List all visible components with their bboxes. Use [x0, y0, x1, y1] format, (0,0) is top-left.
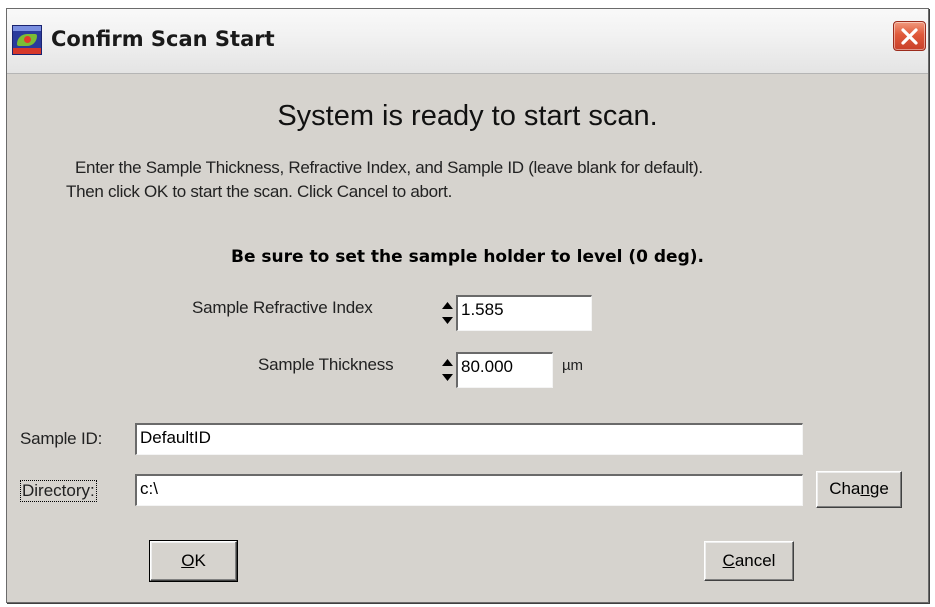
thickness-input[interactable]: 80.000: [456, 352, 553, 388]
sample-id-input[interactable]: DefaultID: [135, 423, 803, 455]
dialog-heading: System is ready to start scan.: [277, 100, 658, 132]
close-button[interactable]: [893, 21, 926, 51]
thickness-label: Sample Thickness: [258, 355, 394, 374]
refractive-index-input[interactable]: 1.585: [456, 295, 592, 331]
window-title: Confirm Scan Start: [51, 27, 275, 51]
directory-input[interactable]: c:\: [135, 474, 803, 506]
level-warning: Be sure to set the sample holder to leve…: [231, 247, 704, 267]
refractive-index-down-button[interactable]: [440, 313, 455, 327]
down-arrow-icon: [442, 373, 453, 381]
cancel-button[interactable]: Cancel: [704, 541, 794, 581]
instructions-line-2: Then click OK to start the scan. Click C…: [66, 182, 452, 201]
thickness-down-button[interactable]: [440, 370, 455, 384]
ok-button[interactable]: OK: [149, 540, 238, 582]
thickness-spinner[interactable]: [440, 355, 455, 384]
up-arrow-icon: [442, 301, 453, 309]
directory-label: Directory:: [20, 480, 97, 502]
title-bar[interactable]: Confirm Scan Start: [7, 9, 928, 74]
refractive-index-up-button[interactable]: [440, 298, 455, 312]
thickness-up-button[interactable]: [440, 355, 455, 369]
down-arrow-icon: [442, 316, 453, 324]
sample-id-label: Sample ID:: [20, 429, 103, 448]
close-x-icon: [901, 28, 918, 45]
refractive-index-spinner[interactable]: [440, 298, 455, 327]
refractive-index-label: Sample Refractive Index: [192, 298, 373, 317]
app-icon: [12, 25, 42, 55]
change-directory-button[interactable]: Change: [816, 471, 902, 508]
confirm-scan-dialog: Confirm Scan Start System is ready to st…: [6, 8, 929, 603]
instructions-line-1: Enter the Sample Thickness, Refractive I…: [75, 158, 703, 177]
thickness-unit: µm: [562, 357, 583, 374]
up-arrow-icon: [442, 358, 453, 366]
